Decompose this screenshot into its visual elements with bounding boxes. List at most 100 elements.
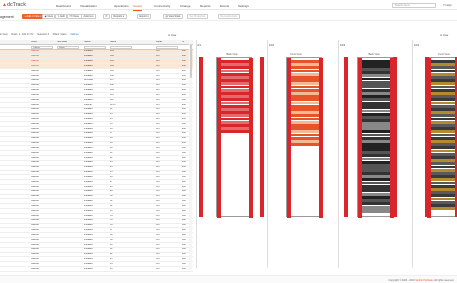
clone-button[interactable]: ❐ Clone [67,14,82,19]
company-link[interactable]: Sunbird Software [415,279,433,282]
filter-value-link[interactable]: Cabinet [70,33,78,36]
cell-ru: 480 [182,117,186,120]
refresh-button[interactable]: ⟳ [103,14,111,19]
column-filter-select[interactable]: Delete [57,45,79,50]
grid-scrollbar[interactable] [189,40,192,270]
cell-class: Cabinet [31,180,39,183]
cell-status: Installed [84,238,93,241]
cell-class: Cabinet [31,103,39,106]
cell-status: Installed [84,127,93,130]
column-header[interactable]: Model [156,41,162,43]
nav-item-settings[interactable]: Settings [238,4,249,8]
rack-side-panel [393,57,397,217]
nav-item-events[interactable]: Events [220,4,229,8]
cell-class: Cabinet [31,171,39,174]
grid-body: Cabinet Installed 101 CPI 480 Cabinet Installe… [0,49,193,272]
column-header[interactable]: Name [110,41,116,43]
rack-frame[interactable] [426,57,457,218]
nav-item-connectivity[interactable]: Connectivity [154,4,170,8]
rack-column-header: 103 [340,43,346,47]
column-filter-input[interactable] [156,45,178,50]
cell-status: Installed [84,156,93,159]
cell-name: 14 [110,117,113,120]
cell-name: 36 [110,224,113,227]
rack-column-header: 102 [269,43,275,47]
cell-status: Installed [84,180,93,183]
cell-status: Installed [84,195,93,198]
rack-device[interactable] [362,101,390,110]
nav-item-visualization[interactable]: Visualization [80,4,97,8]
column-header[interactable]: Hi [182,41,184,43]
cell-class: Cabinet [31,248,39,251]
rack-device[interactable] [291,143,319,146]
clear-filters-button[interactable]: ⊗ Clear [168,34,176,37]
edit-button[interactable]: ✎ Edit [55,14,68,19]
cell-ru: 480 [182,84,186,87]
search-input[interactable]: Search Items [392,2,436,8]
nav-item-assets[interactable]: Assets [133,4,143,11]
nav-item-operations[interactable]: Operations [114,4,129,8]
cell-status: Installed [84,93,93,96]
add-new-button[interactable]: + Add or New ▾ [22,14,45,19]
nav-item-dashboard[interactable]: Dashboard [56,4,71,8]
column-filter-input[interactable] [110,45,132,50]
cell-ru: 480 [182,190,186,193]
rack-device[interactable] [362,143,390,151]
app-logo[interactable]: ▲dcTrack [2,2,26,8]
cell-ru: 480 [182,156,186,159]
cell-name: 12 [110,108,113,111]
reconstruction-button[interactable]: Reconstruction [218,14,240,19]
rack-frame[interactable] [357,57,394,218]
column-header[interactable]: Status [84,41,91,43]
cell-class: Cabinet [31,195,39,198]
cell-class: Cabinet [31,258,39,260]
cell-status: Installed [84,171,93,174]
rack-device[interactable] [362,122,390,130]
view-rack-button[interactable]: ▤ View Rack [163,14,183,19]
rows-count: Rows: 1 - 100 of 172 [11,33,34,36]
column-header[interactable]: Sub-class [57,41,67,43]
cell-name: 37 [110,229,113,232]
set-properties-button[interactable]: Set Properties [187,14,208,19]
rack-device[interactable] [221,130,249,134]
cell-class: Cabinet [31,224,39,227]
nav-item-change[interactable]: Change [180,4,191,8]
cell-name: 16 [110,127,113,130]
cell-ru: 480 [182,175,186,178]
clear-rack-button[interactable]: ⊗ Clear [440,34,448,37]
cell-status: Installed [84,122,93,125]
export-button[interactable]: Export ▾ [137,14,152,19]
cell-model: CPI [156,127,160,130]
cell-ru: 480 [182,224,186,227]
cell-class: Cabinet [31,122,39,125]
view-button[interactable]: ◉ View [42,14,56,19]
rack-device[interactable] [362,184,390,193]
rack-frame[interactable] [216,57,253,218]
cell-status: Installed [84,267,93,270]
column-filter-input[interactable] [84,45,106,50]
help-menu[interactable]: ? Help [443,3,452,7]
cell-name: 108 [110,84,114,87]
cell-name: 19 [110,142,113,145]
rack-device[interactable] [362,205,390,214]
rack-device[interactable] [362,60,390,68]
actions-button[interactable]: Actions ▾ [81,14,97,19]
cell-model: CPI [156,258,160,260]
column-filter-select[interactable]: Cabinet [31,45,53,50]
cell-class: Cabinet [31,132,39,135]
top-navigation-bar: ▲dcTrack Dashboard Visualization Operation… [0,0,457,11]
cell-ru: 480 [182,258,186,260]
rack-frame[interactable] [286,57,323,218]
reports-button[interactable]: Reports ▾ [111,14,127,19]
rack-device[interactable] [362,164,390,172]
rack-device[interactable] [431,207,457,210]
table-row[interactable]: Cabinet Installed 45 CPI 480 [0,267,193,272]
cell-status: Installed [84,132,93,135]
nav-item-reports[interactable]: Reports [200,4,211,8]
rack-rail-right [249,58,253,218]
cell-ru: 480 [182,267,186,270]
column-header[interactable]: Class [31,41,37,43]
scrollbar-thumb[interactable] [189,44,192,78]
cell-ru: 480 [182,132,186,135]
rack-device[interactable] [362,80,390,89]
